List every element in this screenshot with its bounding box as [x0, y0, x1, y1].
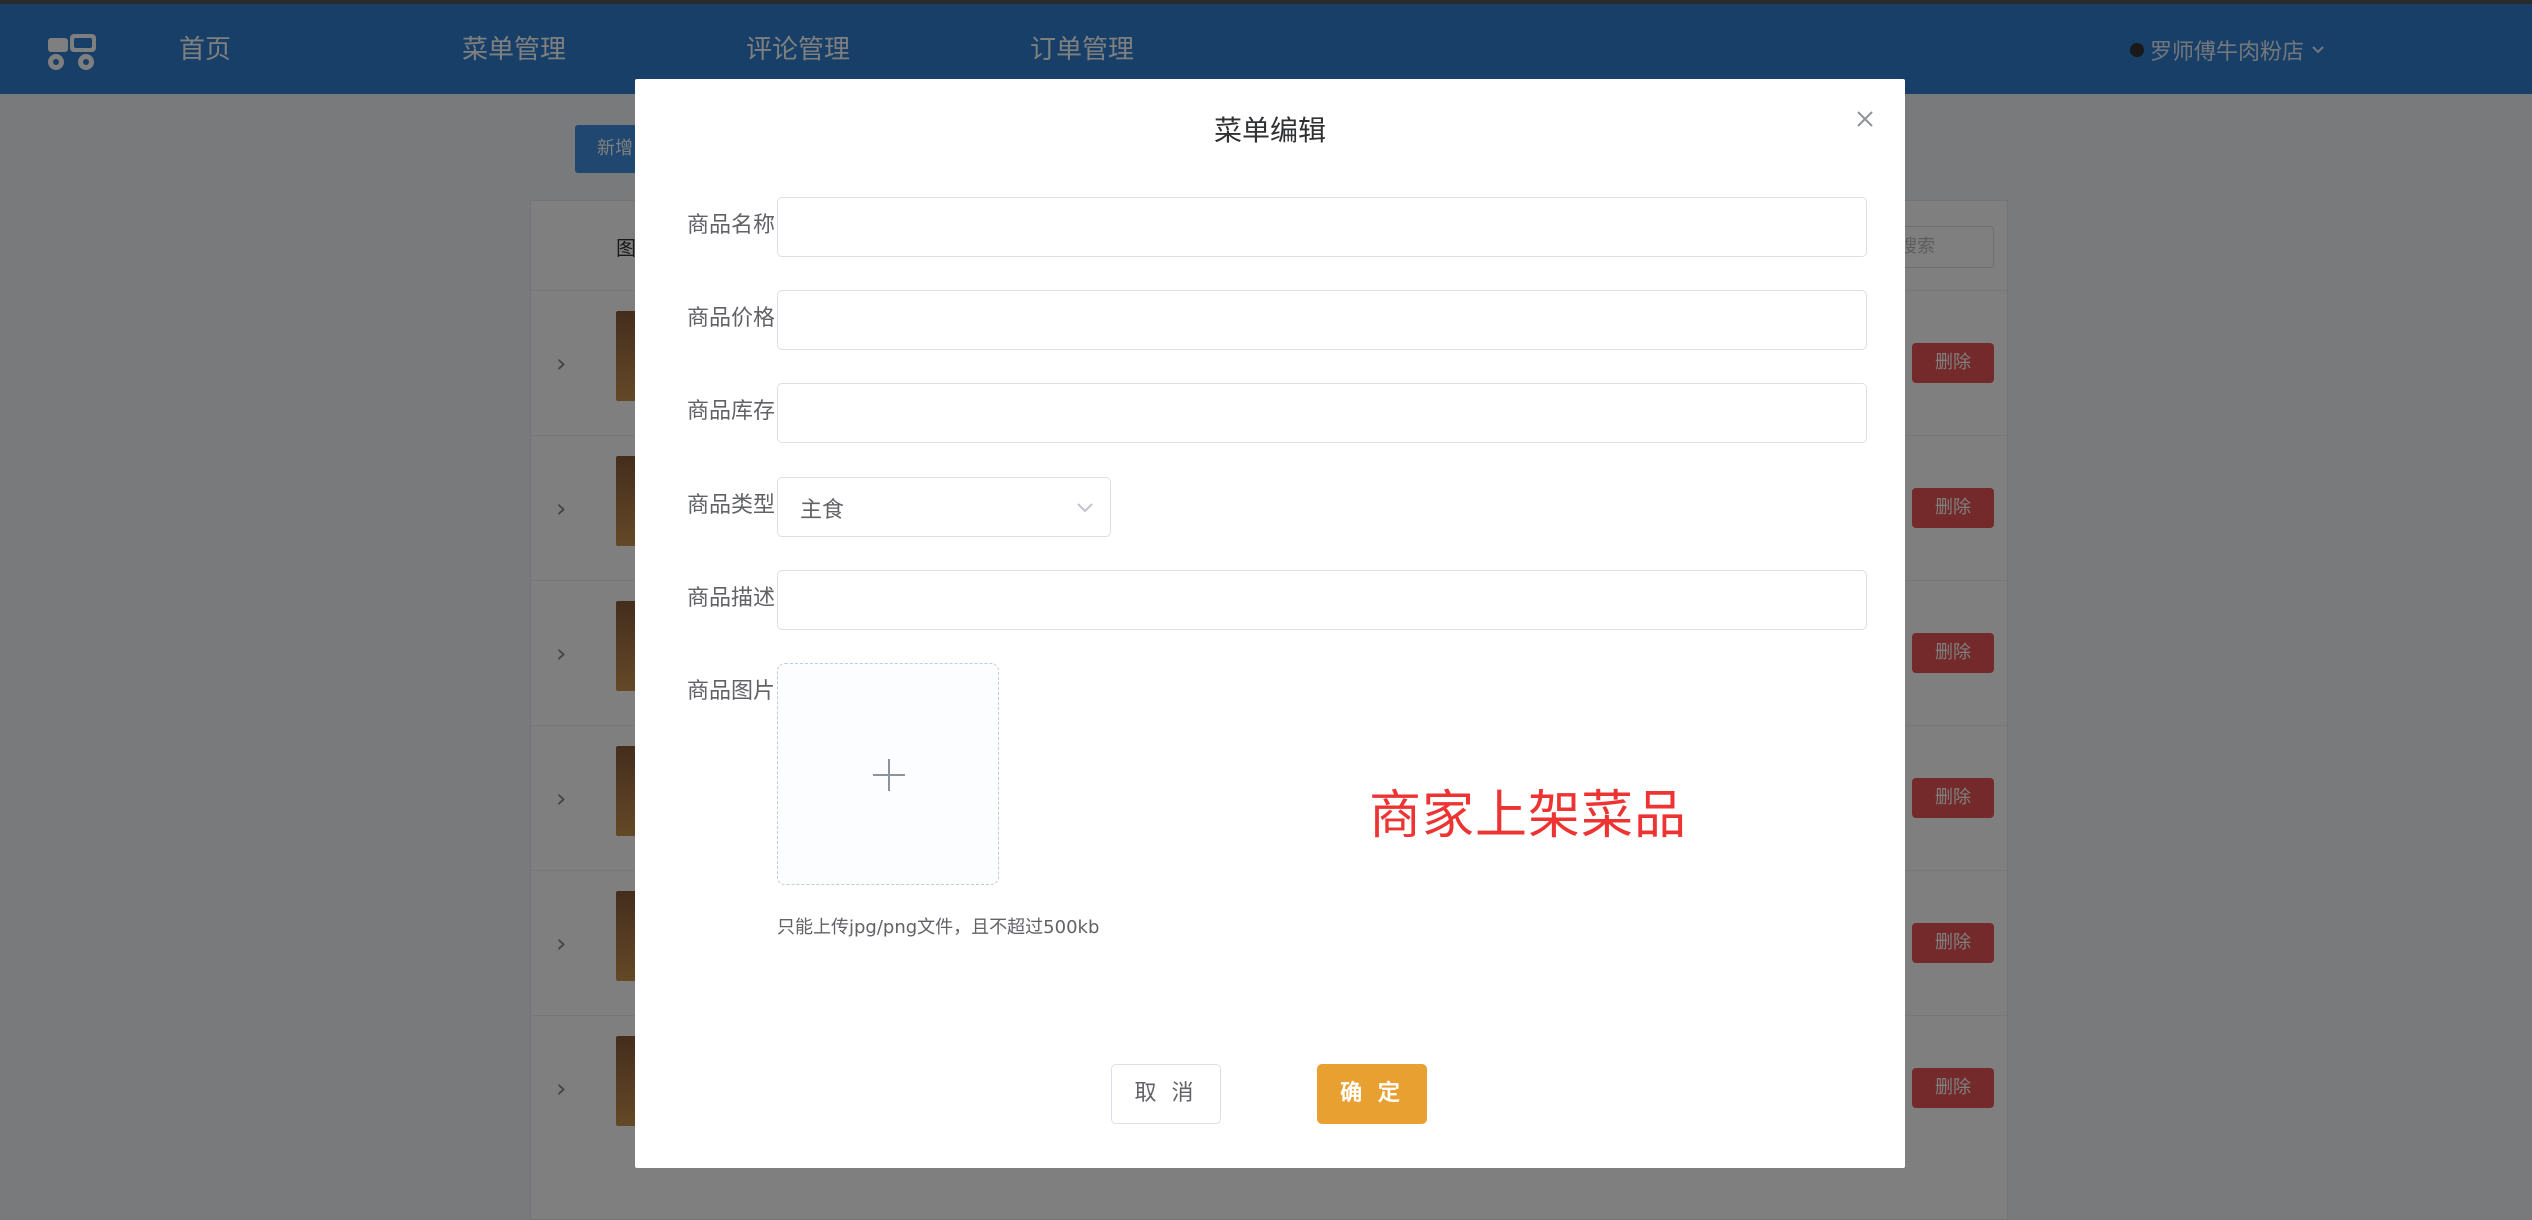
cancel-button[interactable]: 取 消 [1111, 1064, 1221, 1124]
product-desc-label: 商品描述 [686, 586, 775, 611]
product-desc-input[interactable] [777, 570, 1867, 630]
product-type-label: 商品类型 [686, 493, 775, 518]
annotation-text: 商家上架菜品 [1369, 786, 1688, 846]
product-stock-label: 商品库存 [686, 399, 775, 424]
confirm-button[interactable]: 确 定 [1317, 1064, 1427, 1124]
product-type-select[interactable]: 主食 [777, 477, 1111, 537]
plus-icon [873, 759, 905, 791]
product-price-label: 商品价格 [686, 306, 775, 331]
menu-edit-dialog: 菜单编辑 商品名称 商品价格 商品库存 商品类型 主食 商品描述 商品图片 只能… [635, 79, 1905, 1168]
image-upload-area[interactable] [777, 663, 999, 885]
product-stock-input[interactable] [777, 383, 1867, 443]
product-name-label: 商品名称 [686, 213, 775, 238]
upload-tip: 只能上传jpg/png文件，且不超过500kb [777, 917, 1100, 938]
close-button[interactable] [1853, 107, 1877, 131]
product-image-label: 商品图片 [686, 679, 775, 704]
product-price-input[interactable] [777, 290, 1867, 350]
dialog-title: 菜单编辑 [1213, 114, 1326, 147]
product-name-input[interactable] [777, 197, 1867, 257]
product-type-value: 主食 [800, 498, 845, 523]
close-icon [1857, 111, 1873, 127]
chevron-down-icon [1077, 503, 1093, 513]
